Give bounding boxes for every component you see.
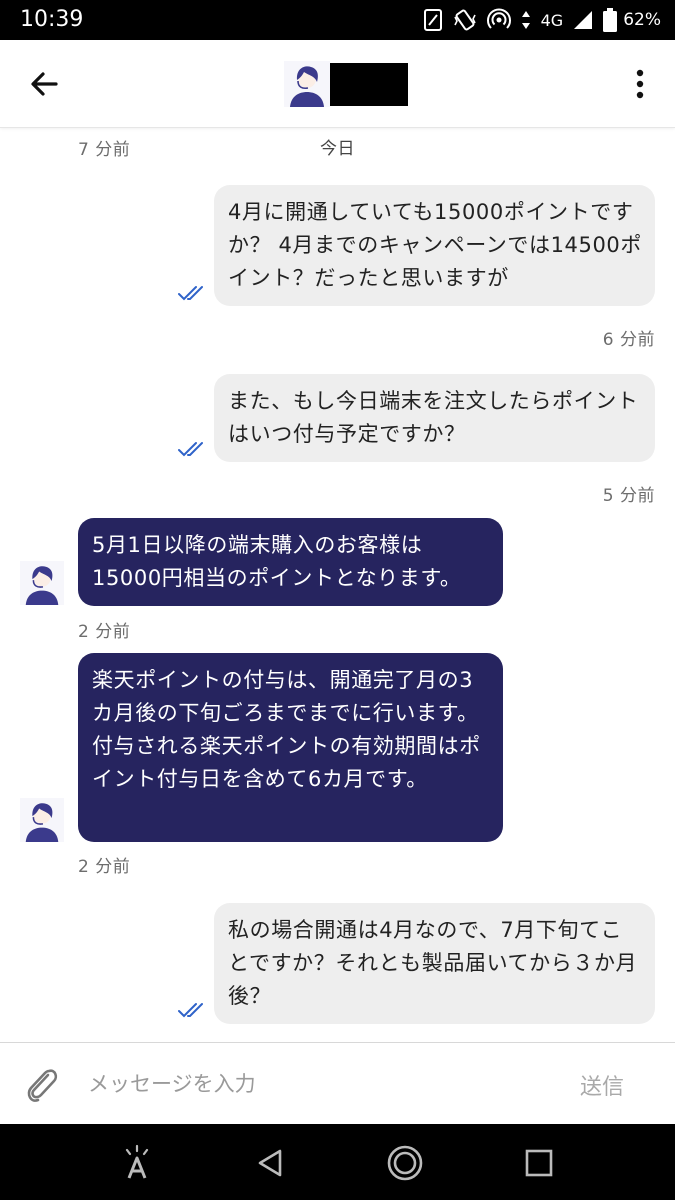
message-timestamp: 6 分前 [602, 330, 655, 350]
incoming-message[interactable]: 楽天ポイントの付与は、開通完了月の3カ月後の下旬ごろまでまでに行います。 付与さ… [78, 653, 503, 842]
recents-square-icon[interactable] [518, 1142, 560, 1184]
read-check-icon [178, 286, 203, 301]
outgoing-message[interactable]: 4月に開通していても15000ポイントですか？ 4月までのキャンペーンでは145… [214, 185, 655, 306]
agent-avatar-icon [20, 798, 64, 842]
assist-icon[interactable] [116, 1142, 158, 1184]
incoming-message[interactable]: 5月1日以降の端末購入のお客様は15000円相当のポイントとなります。 [78, 518, 503, 606]
read-check-icon [178, 442, 203, 457]
system-nav-bar [0, 1124, 675, 1200]
nfc-icon [423, 9, 442, 31]
more-vert-icon[interactable] [626, 64, 654, 104]
outgoing-message[interactable]: 私の場合開通は4月なので、7月下旬てことですか？それとも製品届いてから３か月後？ [214, 903, 655, 1024]
status-icons: 4G 62% [423, 6, 661, 34]
battery-icon [603, 8, 618, 32]
message-input[interactable] [88, 1065, 548, 1103]
back-triangle-icon[interactable] [250, 1142, 292, 1184]
date-divider: 今日 [320, 139, 355, 159]
agent-avatar-icon [284, 61, 330, 107]
message-timestamp: 2 分前 [78, 857, 131, 877]
message-timestamp: 5 分前 [602, 486, 655, 506]
chat-thread[interactable]: 7 分前 今日 4月に開通していても15000ポイントですか？ 4月までのキャン… [0, 128, 675, 1042]
message-timestamp: 7 分前 [78, 140, 131, 160]
network-type: 4G [540, 10, 564, 30]
hotspot-icon [486, 8, 511, 29]
read-check-icon [178, 1003, 203, 1018]
contact-name-redacted [330, 63, 408, 106]
status-time: 10:39 [20, 7, 84, 32]
send-button[interactable]: 送信 [580, 1069, 624, 1101]
outgoing-message[interactable]: また、もし今日端末を注文したらポイントはいつ付与予定ですか？ [214, 374, 655, 462]
data-arrows-icon [521, 11, 530, 29]
back-arrow-icon[interactable] [22, 62, 66, 106]
agent-avatar-icon [20, 561, 64, 605]
status-bar: 10:39 4G 62% [0, 0, 675, 40]
battery-percent: 62% [623, 10, 661, 30]
paperclip-icon[interactable] [20, 1063, 62, 1105]
app-bar [0, 40, 675, 128]
vibrate-icon [453, 9, 476, 31]
signal-icon [574, 11, 593, 29]
home-circle-icon[interactable] [384, 1142, 426, 1184]
message-timestamp: 2 分前 [78, 622, 131, 642]
message-input-bar: 送信 [0, 1042, 675, 1124]
